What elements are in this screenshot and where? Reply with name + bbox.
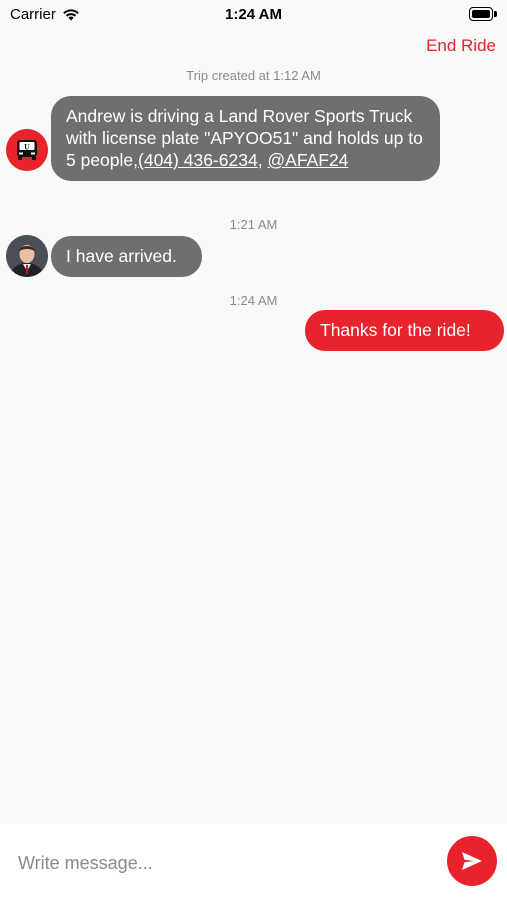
bus-logo-icon: U	[6, 129, 48, 171]
end-ride-button[interactable]: End Ride	[426, 36, 496, 56]
status-bar: Carrier 1:24 AM	[0, 0, 507, 30]
driver-avatar-icon	[6, 235, 48, 277]
send-icon	[462, 852, 482, 870]
svg-text:U: U	[24, 142, 30, 151]
phone-link[interactable]: (404) 436-6234	[138, 150, 258, 170]
send-button[interactable]	[447, 836, 497, 886]
message-timestamp: 1:21 AM	[229, 217, 278, 232]
message-timestamp: 1:24 AM	[229, 293, 278, 308]
message-bubble-driver: I have arrived.	[51, 236, 202, 277]
message-composer	[0, 824, 507, 900]
message-bubble-outgoing: Thanks for the ride!	[305, 310, 504, 351]
trip-created-timestamp: Trip created at 1:12 AM	[186, 68, 321, 83]
message-input[interactable]	[18, 848, 418, 878]
handle-link[interactable]: @AFAF24	[267, 150, 348, 170]
battery-icon	[469, 7, 497, 21]
message-separator: ,	[257, 150, 268, 170]
status-time: 1:24 AM	[225, 6, 282, 23]
message-bubble-bot: Andrew is driving a Land Rover Sports Tr…	[51, 96, 440, 181]
